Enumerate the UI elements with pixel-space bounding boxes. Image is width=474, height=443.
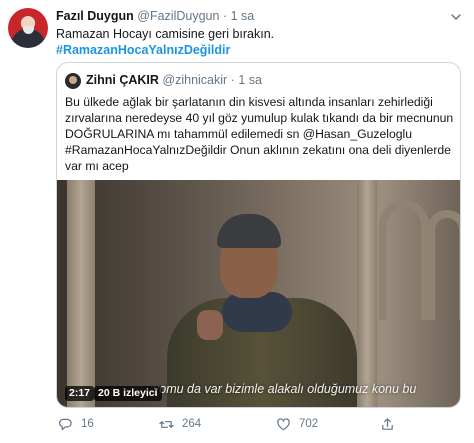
quoted-author-avatar[interactable] (65, 73, 81, 89)
person-collar (222, 292, 292, 332)
background-pillar (67, 180, 95, 407)
tweet-time[interactable]: 1 sa (231, 9, 255, 23)
share-icon (382, 417, 393, 430)
like-button[interactable]: 702 (276, 414, 318, 434)
hashtag-link[interactable]: #RamazanHocaYalnızDeğildir (56, 42, 456, 58)
reply-icon (59, 418, 72, 430)
background-arch (427, 210, 460, 320)
author-handle[interactable]: @FazilDuygun (137, 9, 219, 23)
author-name[interactable]: Fazıl Duygun (56, 9, 134, 23)
video-player[interactable]: yomu da var bizimle alakalı olduğumuz ko… (57, 180, 460, 407)
retweet-button[interactable]: 264 (159, 414, 201, 434)
video-subtitle: yomu da var bizimle alakalı olduğumuz ko… (153, 382, 417, 396)
tweet-actions: 16 264 702 (56, 414, 461, 434)
retweet-count: 264 (182, 418, 202, 430)
tweet-text-line: Ramazan Hocayı camisine geri bırakın. (56, 27, 275, 41)
like-count: 702 (299, 418, 319, 430)
separator-dot: · (230, 73, 235, 87)
reply-button[interactable]: 16 (58, 414, 94, 434)
tweet-text: Ramazan Hocayı camisine geri bırakın. #R… (56, 26, 456, 58)
video-duration-badge: 2:17 (65, 386, 95, 401)
quoted-tweet-text: Bu ülkede ağlak bir şarlatanın din kisve… (65, 95, 454, 173)
background-pillar (357, 180, 377, 407)
retweet-icon (159, 420, 174, 428)
reply-count: 16 (81, 418, 94, 430)
background-arch (379, 200, 429, 320)
author-avatar[interactable] (8, 8, 48, 48)
person-beanie (217, 214, 281, 248)
chevron-down-icon[interactable] (449, 10, 463, 24)
video-views-badge: 20 B izleyici (94, 386, 162, 401)
tweet[interactable]: Fazıl Duygun @FazilDuygun · 1 sa Ramazan… (0, 0, 474, 443)
heart-icon (277, 417, 290, 430)
quoted-tweet-time[interactable]: 1 sa (238, 73, 262, 87)
quoted-author-name[interactable]: Zihni ÇAKIR (86, 73, 159, 87)
person-hand (197, 310, 223, 340)
share-button[interactable] (380, 414, 403, 434)
quoted-tweet-header: Zihni ÇAKIR @zihnicakir · 1 sa (86, 73, 262, 87)
quoted-author-handle[interactable]: @zihnicakir (162, 73, 227, 87)
separator-dot: · (222, 9, 228, 23)
quoted-tweet[interactable]: Zihni ÇAKIR @zihnicakir · 1 sa Bu ülkede… (56, 62, 461, 408)
tweet-header: Fazıl Duygun @FazilDuygun · 1 sa (56, 9, 254, 23)
